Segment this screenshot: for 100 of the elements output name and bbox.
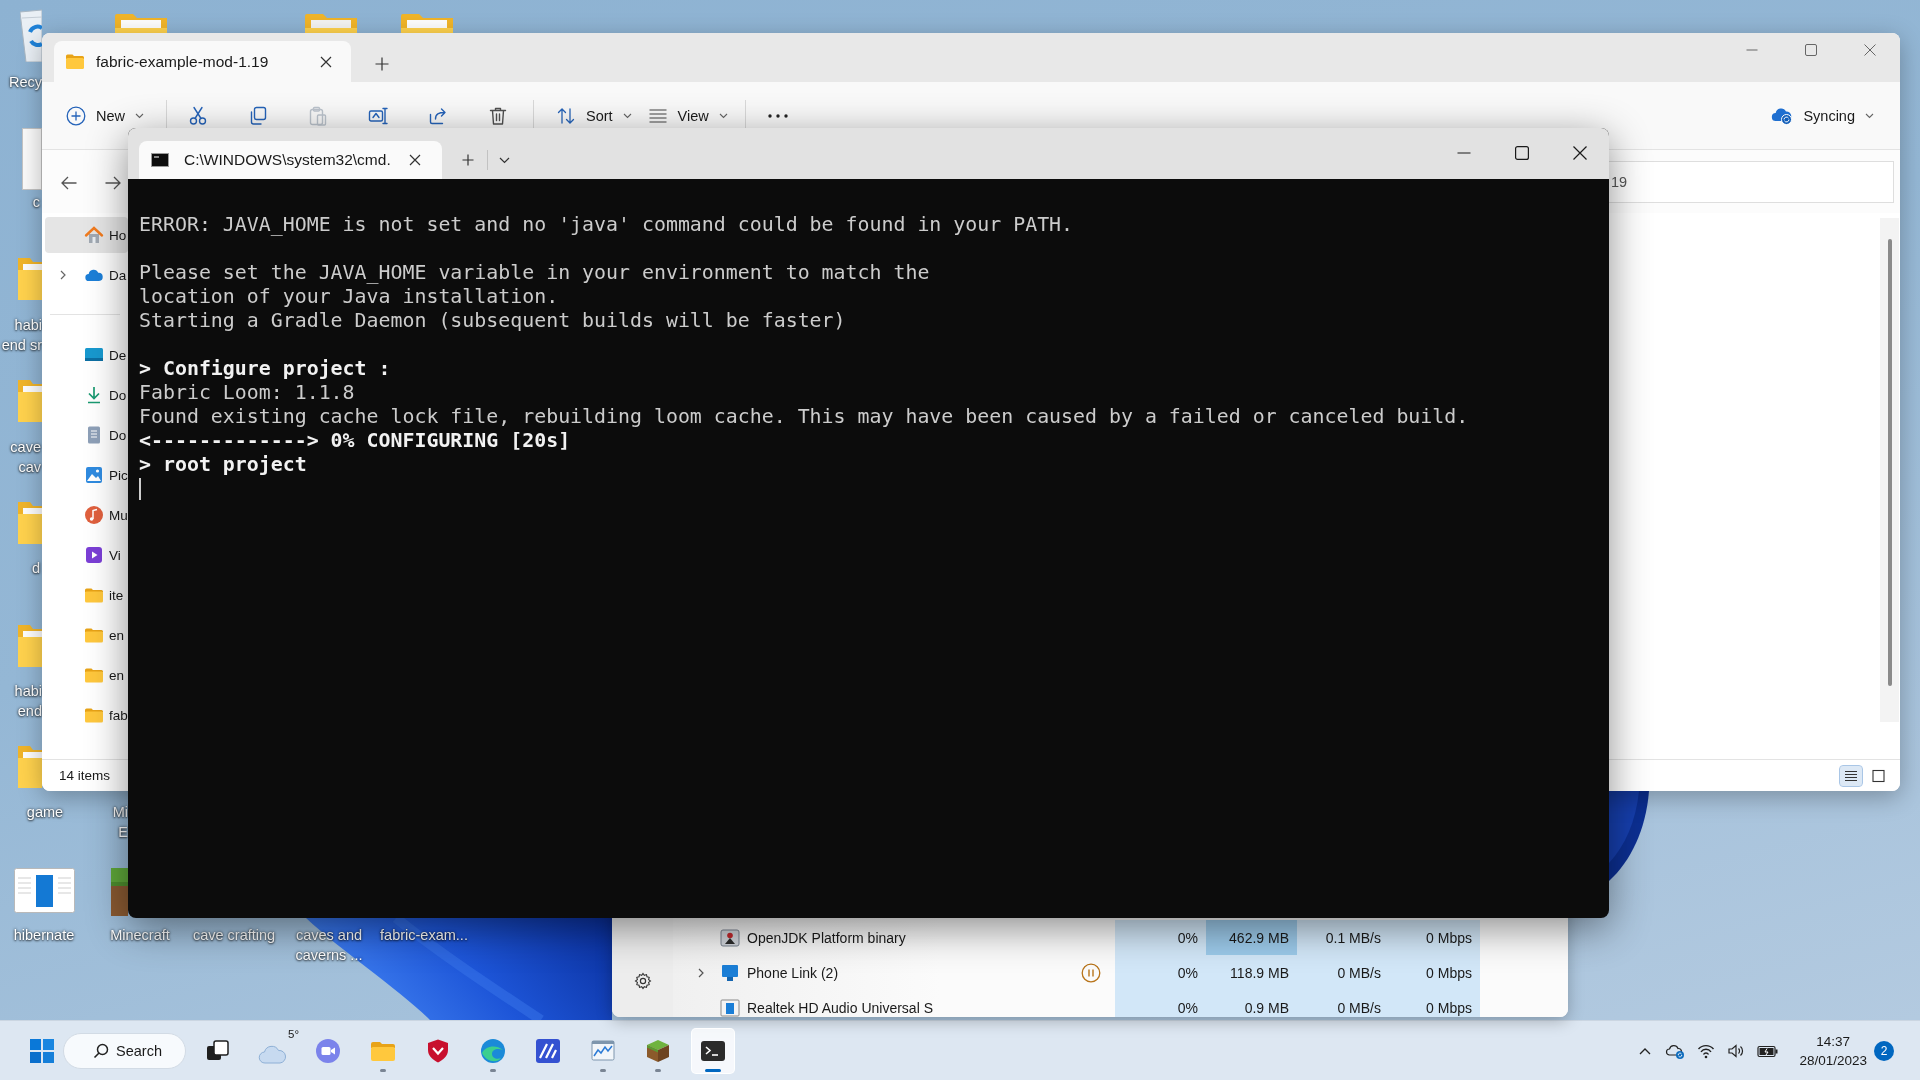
table-cell: 0.9 MB: [1206, 990, 1297, 1017]
plus-icon[interactable]: [375, 57, 389, 71]
desktop-icon-label: fabric-exam...: [380, 926, 468, 945]
table-cell: 0 MB/s: [1297, 955, 1389, 990]
cloud-sync-icon: [1771, 106, 1794, 125]
close-icon[interactable]: [1573, 146, 1587, 160]
desktop-icon-label: c: [32, 193, 40, 212]
chevron-icon[interactable]: [697, 967, 705, 978]
wave-circle-icon: [480, 1037, 506, 1064]
sidebar-item[interactable]: en: [45, 657, 128, 693]
sidebar-item[interactable]: Do: [45, 417, 128, 453]
caret-icon: [135, 112, 144, 119]
desktop-icon-label: cave crafting: [192, 926, 276, 945]
view-button[interactable]: View: [639, 99, 736, 132]
shield-icon: [425, 1037, 451, 1064]
sidebar-item[interactable]: Ho: [45, 217, 128, 253]
desktop-icon-label: Minecraft: [110, 926, 170, 945]
rename-icon[interactable]: [368, 105, 388, 126]
more-icon[interactable]: [767, 113, 788, 118]
chart-window-icon: [590, 1037, 616, 1064]
table-cell: 0 Mbps: [1389, 990, 1480, 1017]
taskbar-button[interactable]: [691, 1027, 735, 1074]
window-icon: [720, 997, 740, 1017]
sidebar-item[interactable]: ite: [45, 577, 128, 613]
sidebar-item[interactable]: Da: [45, 257, 128, 293]
music-note-icon: [84, 505, 104, 525]
sort-button[interactable]: Sort: [548, 99, 640, 132]
plus-circle-icon: [66, 105, 86, 126]
chevron-icon[interactable]: [59, 270, 67, 280]
table-cell: 0.1 MB/s: [1297, 920, 1389, 955]
share-icon[interactable]: [428, 105, 448, 126]
process-name: Phone Link (2): [747, 964, 839, 981]
terminal-line: location of your Java installation.: [139, 285, 559, 309]
terminal-line: > root project: [139, 453, 307, 477]
item-count: 14 items: [59, 768, 111, 783]
terminal-line: Starting a Gradle Daemon (subsequent builds will be faster): [139, 309, 846, 333]
caret-icon: [718, 112, 728, 119]
table-cell: 0%: [1115, 920, 1206, 955]
notification-badge[interactable]: 2: [1874, 1040, 1894, 1061]
plus-icon[interactable]: [462, 154, 474, 166]
trash-icon[interactable]: [488, 105, 508, 126]
desktop-icon-label: cave cav: [10, 438, 41, 477]
table-cell: 0 Mbps: [1389, 955, 1480, 990]
details-view-icon[interactable]: [1840, 765, 1862, 786]
wifi-icon[interactable]: [1697, 1042, 1716, 1059]
temperature: 5°: [288, 1027, 299, 1040]
home-icon: [84, 225, 104, 245]
sidebar-item[interactable]: fab: [45, 697, 128, 733]
video-chat-icon: [315, 1037, 341, 1064]
new-button[interactable]: New: [58, 99, 152, 132]
document-window-icon[interactable]: [14, 868, 75, 913]
desktop-icon-label: Mi E: [112, 803, 128, 842]
clock[interactable]: 14:37 28/01/2023: [1799, 1031, 1867, 1070]
program-icon: [720, 927, 740, 948]
sidebar-item[interactable]: Mu: [45, 497, 128, 533]
volume-icon[interactable]: [1727, 1041, 1746, 1060]
scrollbar[interactable]: [1880, 218, 1899, 722]
desktop-icon-label: hibernate: [13, 926, 75, 945]
close-icon[interactable]: [320, 55, 332, 68]
settings-icon[interactable]: [633, 972, 652, 990]
folder-icon: [66, 54, 84, 69]
grass-block-icon: [645, 1037, 671, 1064]
desktop-icon-label: d: [31, 559, 40, 578]
terminal-tab[interactable]: C:\WINDOWS\system32\cmd.: [139, 141, 442, 179]
recycle-bin-icon[interactable]: [20, 8, 42, 62]
caret-icon: [1865, 112, 1874, 119]
scissors-icon[interactable]: [188, 105, 208, 126]
address-field[interactable]: 19: [1609, 161, 1894, 203]
chevron-down-icon[interactable]: [499, 156, 510, 164]
sidebar-item[interactable]: De: [45, 337, 128, 373]
maximize-icon[interactable]: [1515, 146, 1529, 160]
terminal-line: Found existing cache lock file, rebuilding loom cache. This may have been caused by a failed or canceled build.: [139, 405, 1469, 429]
sidebar-item[interactable]: Do: [45, 377, 128, 413]
table-cell: 118.9 MB: [1206, 955, 1297, 990]
table-cell: 0 Mbps: [1389, 920, 1480, 955]
desktop-icon-label: Recy: [8, 73, 42, 92]
desktop-icon-label: game: [26, 803, 64, 822]
caret-icon: [622, 112, 632, 119]
terminal-line: > Configure project :: [139, 357, 391, 381]
picture-icon: [84, 465, 104, 485]
close-icon[interactable]: [409, 154, 421, 166]
back-arrow-icon[interactable]: [60, 174, 78, 192]
folder-tab[interactable]: fabric-example-mod-1.19: [54, 41, 351, 82]
slash-tile-icon: [535, 1037, 561, 1064]
monitor-icon: [720, 962, 740, 983]
table-cell: 0 MB/s: [1297, 990, 1389, 1017]
sidebar-item[interactable]: en: [45, 617, 128, 653]
sidebar-item[interactable]: Vi: [45, 537, 128, 573]
copy-icon[interactable]: [248, 105, 268, 126]
table-cell: 462.9 MB: [1206, 920, 1297, 955]
table-cell: 0%: [1115, 990, 1206, 1017]
terminal-line: <-------------> 0% CONFIGURING [20s]: [139, 429, 571, 453]
sync-button[interactable]: Syncing: [1763, 100, 1882, 131]
process-name: Realtek HD Audio Universal S: [747, 999, 933, 1016]
forward-arrow-icon[interactable]: [104, 174, 122, 192]
sidebar-item[interactable]: Pic: [45, 457, 128, 493]
terminal-line: Please set the JAVA_HOME variable in your environment to match the: [139, 261, 930, 285]
four-squares-icon[interactable]: [30, 1038, 54, 1063]
terminal-line: Fabric Loom: 1.1.8: [139, 381, 355, 405]
search-box[interactable]: Search: [63, 1032, 186, 1069]
